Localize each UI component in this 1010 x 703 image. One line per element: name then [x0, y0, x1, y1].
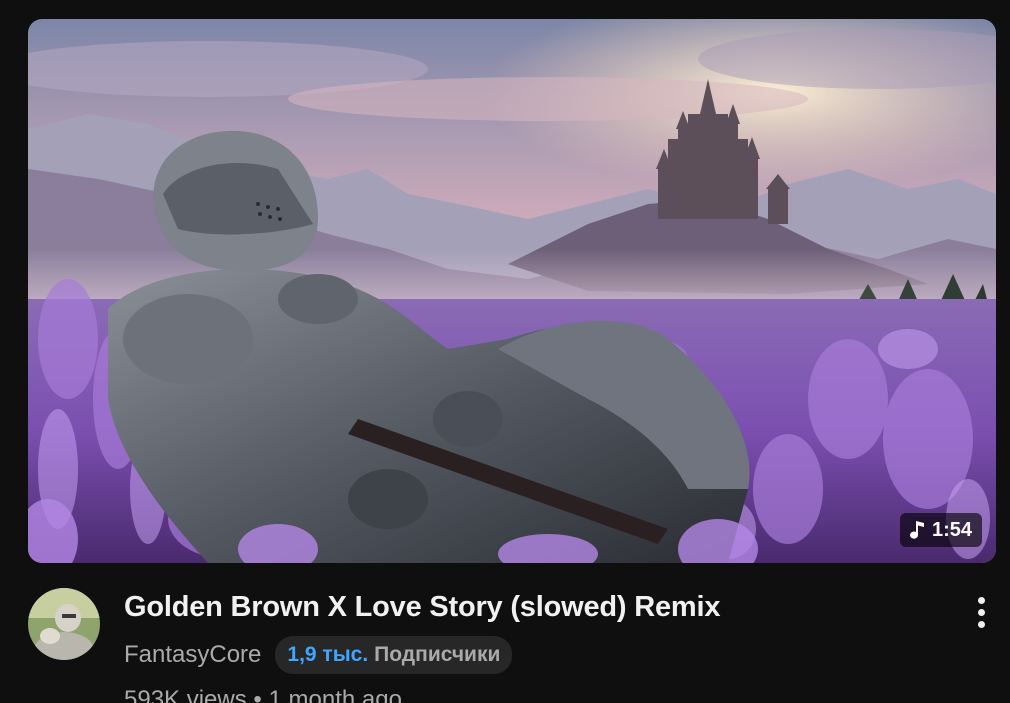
- view-count: 593K views: [124, 686, 247, 703]
- video-thumbnail[interactable]: 1:54: [28, 19, 996, 563]
- channel-avatar[interactable]: [28, 588, 100, 660]
- thumbnail-image: [28, 19, 996, 563]
- subscriber-count: 1,9 тыс.: [287, 643, 369, 666]
- menu-dot: [977, 596, 985, 604]
- subscriber-badge[interactable]: 1,9 тыс. Подписчики: [275, 636, 513, 674]
- duration-text: 1:54: [931, 518, 972, 541]
- more-vert-icon[interactable]: [966, 592, 996, 632]
- duration-badge: 1:54: [899, 513, 982, 547]
- subscriber-label: Подписчики: [374, 643, 501, 666]
- video-card: 1:54 Golden Brown X Love Story (slowed) …: [0, 0, 1010, 703]
- menu-dot: [977, 620, 985, 628]
- upload-age: 1 month ago: [268, 686, 402, 703]
- channel-name[interactable]: FantasyCore: [124, 641, 261, 669]
- channel-row: FantasyCore 1,9 тыс. Подписчики: [124, 636, 513, 674]
- video-metadata: 593K views • 1 month ago: [124, 686, 402, 703]
- meta-separator: •: [253, 686, 262, 703]
- menu-dot: [977, 608, 985, 616]
- music-note-icon: [908, 520, 926, 540]
- video-title[interactable]: Golden Brown X Love Story (slowed) Remix: [124, 591, 720, 624]
